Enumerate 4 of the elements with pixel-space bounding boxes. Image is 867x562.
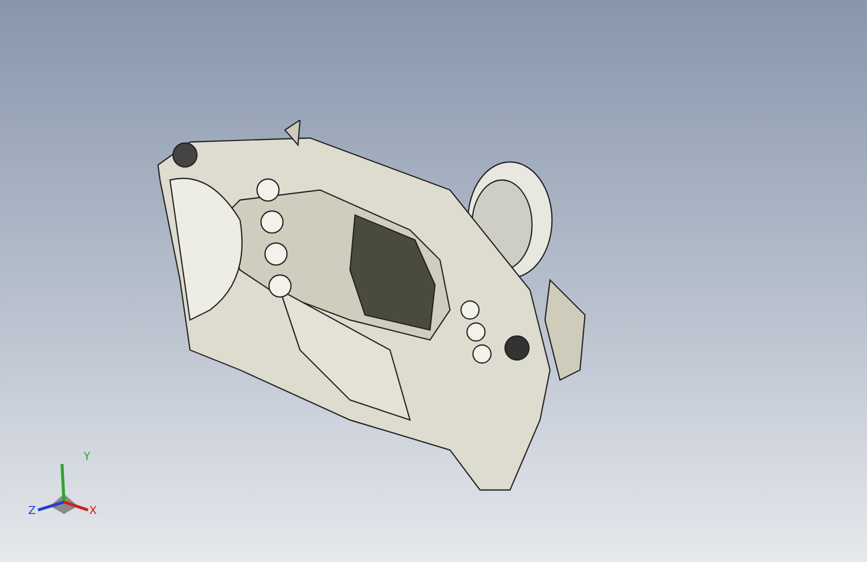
triad-base-drawing — [50, 494, 78, 514]
axis-label: Y — [84, 450, 90, 463]
axis-label: Z — [28, 504, 36, 517]
axis-label: X — [89, 504, 97, 517]
